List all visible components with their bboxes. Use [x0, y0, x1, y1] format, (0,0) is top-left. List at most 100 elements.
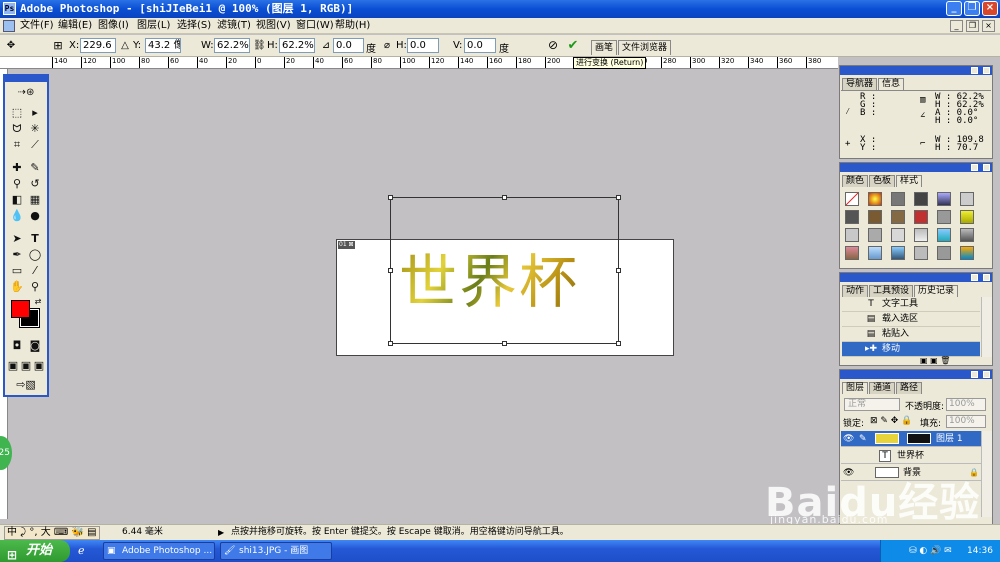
minimize-button[interactable]: _	[946, 1, 962, 16]
link-icon[interactable]: ⛓	[253, 39, 266, 52]
cancel-transform-icon[interactable]: ⊘	[547, 39, 559, 52]
start-button[interactable]: ⊞ 开始	[0, 540, 70, 562]
history-scrollbar[interactable]	[981, 297, 992, 357]
style-swatch[interactable]	[914, 192, 928, 206]
reference-point-icon[interactable]: ⊞	[52, 39, 64, 52]
quicklaunch-ie-icon[interactable]: ℯ	[78, 544, 85, 557]
handle-left[interactable]	[388, 268, 393, 273]
style-swatch[interactable]	[937, 246, 951, 260]
screen-mode-full-menu-icon[interactable]: ▣	[20, 358, 32, 373]
layers-scrollbar[interactable]	[981, 431, 992, 517]
panel-header[interactable]	[840, 273, 992, 282]
tray-icons[interactable]: ⛁ ◐ 🔊 ✉	[909, 540, 952, 562]
skew-v-field[interactable]: 0.0	[464, 38, 496, 53]
style-swatch[interactable]	[937, 210, 951, 224]
tab-history[interactable]: 历史记录	[914, 285, 959, 297]
tab-color[interactable]: 颜色	[842, 175, 869, 187]
transform-bounding-box[interactable]	[388, 195, 621, 346]
blur-tool-icon[interactable]: 💧	[9, 208, 25, 223]
tab-tool-presets[interactable]: 工具预设	[869, 285, 914, 297]
menu-select[interactable]: 选择(S)	[177, 18, 211, 34]
doc-minimize-button[interactable]: _	[950, 20, 963, 32]
style-swatch[interactable]	[960, 192, 974, 206]
x-field[interactable]: 229.6 毫	[80, 38, 116, 53]
menu-image[interactable]: 图像(I)	[98, 18, 129, 34]
style-swatch[interactable]	[845, 210, 859, 224]
blend-mode-select[interactable]: 正常	[844, 398, 900, 411]
style-swatch[interactable]	[891, 192, 905, 206]
opacity-field[interactable]: 100%	[946, 398, 986, 411]
panel-header[interactable]	[840, 163, 992, 172]
taskbar-item-paint[interactable]: 🖌 shi13.JPG - 画图	[220, 542, 332, 560]
brush-tool-icon[interactable]: ✎	[27, 160, 43, 175]
style-swatch[interactable]	[845, 192, 859, 206]
style-swatch[interactable]	[914, 228, 928, 242]
style-swatch[interactable]	[868, 246, 882, 260]
tab-layers[interactable]: 图层	[842, 382, 869, 394]
close-button[interactable]: ×	[982, 1, 998, 16]
history-item-selected[interactable]: ▸✚ 移动	[842, 342, 980, 357]
adobe-online-icon[interactable]: ⇢⊛	[7, 85, 45, 100]
history-footer-icons[interactable]: ▣ ▣ 🗑	[920, 357, 950, 365]
menu-filter[interactable]: 滤镜(T)	[217, 18, 251, 34]
imageready-icon[interactable]: ⇨▧	[9, 377, 43, 392]
layer-row-selected[interactable]: 👁 ✎ 图层 1	[841, 431, 981, 447]
dodge-tool-icon[interactable]: ●	[27, 208, 43, 223]
menu-file[interactable]: 文件(F)	[20, 18, 54, 34]
document-icon[interactable]	[3, 20, 15, 32]
clone-stamp-icon[interactable]: ⚲	[9, 176, 25, 191]
style-swatch[interactable]	[868, 210, 882, 224]
skew-h-field[interactable]: 0.0	[407, 38, 439, 53]
eyedropper-icon[interactable]: ⁄	[27, 263, 43, 278]
marquee-tool-icon[interactable]: ⬚	[9, 105, 25, 120]
height-field[interactable]: 62.2%	[279, 38, 315, 53]
toolbox-header[interactable]	[5, 76, 47, 82]
tab-channels[interactable]: 通道	[869, 382, 896, 394]
visibility-eye-icon[interactable]: 👁	[843, 431, 854, 447]
gradient-tool-icon[interactable]: ▦	[27, 192, 43, 207]
history-item[interactable]: T 文字工具	[842, 297, 980, 312]
panel-header[interactable]	[840, 370, 992, 379]
menu-view[interactable]: 视图(V)	[256, 18, 291, 34]
screen-mode-full-icon[interactable]: ▣	[33, 358, 45, 373]
tab-brushes[interactable]: 画笔	[591, 40, 618, 55]
taskbar-item-photoshop[interactable]: ▣ Adobe Photoshop ...	[103, 542, 215, 560]
width-field[interactable]: 62.2%	[214, 38, 250, 53]
doc-restore-button[interactable]: ❐	[966, 20, 979, 32]
style-swatch[interactable]	[868, 228, 882, 242]
handle-bottom-right[interactable]	[616, 341, 621, 346]
tab-paths[interactable]: 路径	[896, 382, 923, 394]
crop-tool-icon[interactable]: ⌗	[9, 137, 25, 152]
fill-field[interactable]: 100%	[946, 415, 986, 428]
history-brush-icon[interactable]: ↺	[27, 176, 43, 191]
tab-actions[interactable]: 动作	[842, 285, 869, 297]
slice-tool-icon[interactable]: ⟋	[27, 137, 43, 152]
eraser-tool-icon[interactable]: ◧	[9, 192, 25, 207]
healing-brush-icon[interactable]: ✚	[9, 160, 25, 175]
handle-top[interactable]	[502, 195, 507, 200]
style-swatch[interactable]	[960, 228, 974, 242]
handle-right[interactable]	[616, 268, 621, 273]
lock-icons[interactable]: ⊠ ✎ ✥ 🔒	[870, 416, 912, 426]
shape-tool-icon[interactable]: ◯	[27, 247, 43, 262]
menu-edit[interactable]: 编辑(E)	[58, 18, 92, 34]
tab-swatches[interactable]: 色板	[869, 175, 896, 187]
style-swatch[interactable]	[891, 246, 905, 260]
commit-transform-icon[interactable]: ✔	[567, 39, 579, 52]
style-swatch[interactable]	[891, 228, 905, 242]
tab-navigator[interactable]: 导航器	[842, 78, 878, 90]
history-item[interactable]: ▤ 载入选区	[842, 312, 980, 327]
panel-header[interactable]	[840, 66, 992, 75]
style-swatch[interactable]	[914, 246, 928, 260]
standard-mode-icon[interactable]: ◘	[9, 338, 25, 353]
style-swatch[interactable]	[960, 246, 974, 260]
style-swatch[interactable]	[845, 228, 859, 242]
handle-top-left[interactable]	[388, 195, 393, 200]
tab-info[interactable]: 信息	[878, 78, 905, 90]
screen-mode-standard-icon[interactable]: ▣	[7, 358, 19, 373]
style-swatch[interactable]	[891, 210, 905, 224]
foreground-color-swatch[interactable]	[11, 300, 30, 318]
handle-bottom[interactable]	[502, 341, 507, 346]
path-select-icon[interactable]: ➤	[9, 231, 25, 246]
style-swatch[interactable]	[960, 210, 974, 224]
